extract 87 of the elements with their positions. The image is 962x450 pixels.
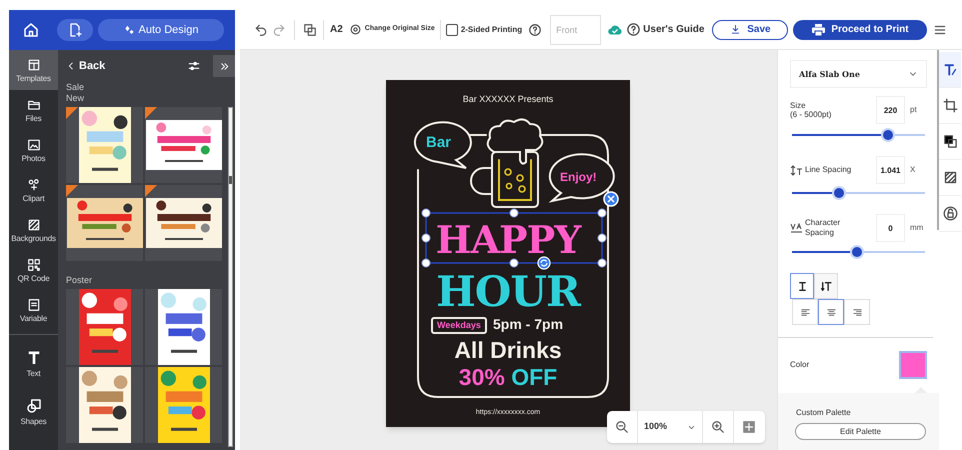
template-card[interactable] (145, 185, 222, 261)
undo-icon[interactable] (254, 22, 268, 36)
color-swatch[interactable] (899, 351, 927, 379)
headline-text: HOUR (436, 271, 580, 313)
expand-panel-button[interactable] (213, 55, 235, 77)
variable-icon (26, 298, 40, 312)
number-field[interactable]: 0 (876, 214, 905, 242)
template-card[interactable] (145, 367, 222, 443)
offer-text: All Drinks (454, 339, 562, 362)
template-card[interactable] (66, 107, 143, 183)
slider-thumb[interactable] (882, 130, 893, 140)
text-direction-button[interactable] (790, 273, 814, 299)
unit-label: pt (909, 104, 918, 116)
save-button[interactable]: Save (712, 20, 788, 40)
section-subtitle: New (66, 93, 86, 104)
align-center-icon (826, 306, 836, 318)
rail-tab[interactable]: Templates (9, 50, 58, 90)
line-spacing-icon (790, 164, 803, 176)
weekdays-tag: Weekdays (431, 317, 487, 334)
help-icon[interactable] (528, 22, 542, 36)
text-tool-icon (942, 62, 958, 77)
download-icon (730, 24, 742, 35)
side-field[interactable]: Front (550, 14, 602, 44)
character-spacing-icon (790, 222, 803, 234)
template-card[interactable] (66, 185, 143, 261)
copy-page-icon[interactable] (303, 22, 317, 36)
help-icon (626, 22, 642, 37)
scrollbar[interactable] (228, 107, 233, 447)
proceed-to-print-button[interactable]: Proceed to Print (793, 20, 928, 40)
layers-icon (942, 134, 958, 149)
bubble-text: Enjoy! (560, 171, 597, 183)
crop-icon (942, 98, 958, 113)
sparkle-icon (124, 24, 135, 36)
slider-thumb[interactable] (834, 188, 844, 198)
template-card[interactable] (66, 289, 143, 365)
align-right-icon (852, 306, 862, 318)
setting-label: Line Spacing (805, 165, 852, 175)
setting-label: Character Spacing (805, 218, 842, 238)
clipart-icon (26, 178, 40, 192)
setting-label: Size (790, 101, 807, 110)
color-label: Color (790, 359, 810, 371)
home-icon[interactable] (22, 21, 40, 39)
auto-design-button[interactable]: Auto Design (98, 19, 224, 41)
bubble-text: Bar (426, 135, 452, 150)
palette-title: Custom Palette (796, 407, 852, 419)
hatched-square-icon (26, 218, 40, 232)
presents-text: Bar XXXXXX Presents (462, 95, 554, 104)
vertical-text-icon (820, 280, 832, 292)
cloud-check-icon (608, 24, 622, 35)
side-tool-button[interactable] (939, 52, 961, 88)
template-card[interactable] (66, 367, 143, 443)
unit-label: mm (909, 222, 924, 234)
font-select[interactable]: Alfa Slab One (790, 60, 927, 88)
filter-icon[interactable] (187, 59, 201, 73)
new-document-button[interactable] (57, 19, 93, 41)
slider-thumb[interactable] (852, 247, 862, 257)
number-field[interactable]: 1.041 (876, 156, 905, 184)
back-button[interactable]: Back (66, 58, 106, 74)
gear-icon (348, 23, 362, 36)
discount-text: 30% OFF (458, 366, 558, 389)
zoom-select[interactable]: 100% (637, 411, 703, 443)
users-guide-link[interactable]: User's Guide (626, 22, 704, 37)
checkbox-label: 2-Sided Printing (460, 24, 522, 36)
template-card[interactable] (145, 107, 222, 183)
pattern-icon (942, 170, 958, 185)
paper-size-label: A2 (330, 23, 343, 37)
number-field[interactable]: 220 (876, 96, 905, 124)
section-title: Sale (66, 82, 86, 93)
edit-palette-button[interactable]: Edit Palette (795, 423, 926, 440)
fit-screen-icon (742, 420, 756, 434)
zoom-in-icon (711, 420, 725, 434)
qr-code-icon (26, 258, 40, 272)
template-card[interactable] (145, 289, 222, 365)
printer-icon (812, 24, 826, 36)
align-left-icon (800, 306, 810, 318)
headline-text: HAPPY (436, 221, 580, 259)
checkbox[interactable] (446, 24, 458, 36)
time-text: 5pm - 7pm (493, 317, 564, 331)
image-icon (26, 138, 40, 152)
layout-icon (26, 58, 40, 72)
double-chevron-icon (218, 60, 230, 72)
zoom-out-icon (615, 420, 629, 434)
range-hint: (6 - 5000pt) (790, 110, 832, 119)
section-title: Poster (66, 275, 94, 286)
unit-label: X (909, 164, 916, 176)
shapes-icon (24, 396, 42, 414)
lock-icon (942, 206, 958, 221)
